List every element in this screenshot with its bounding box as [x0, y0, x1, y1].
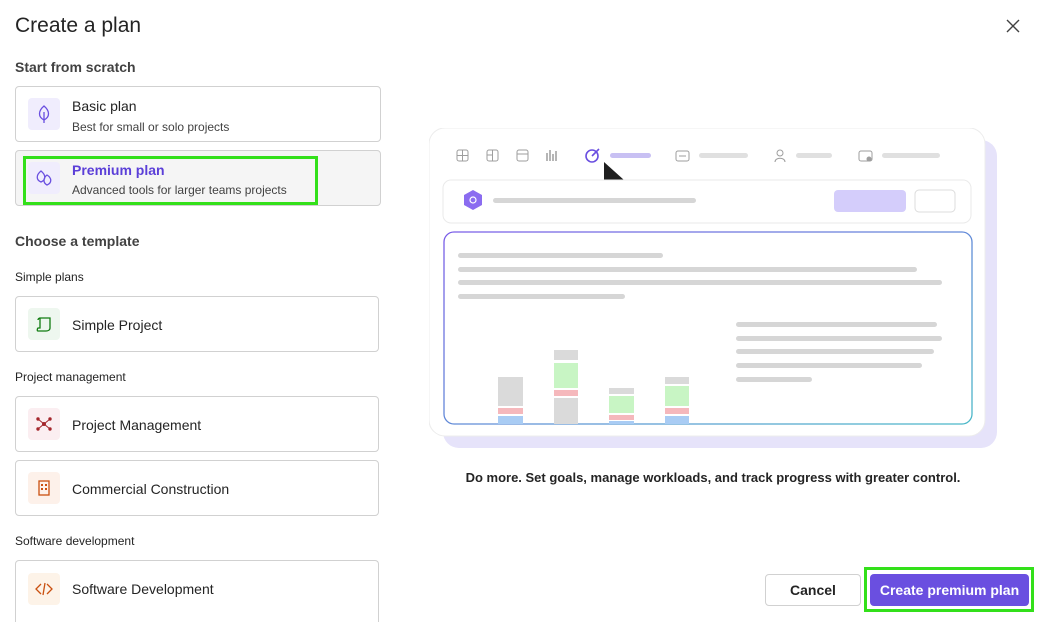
close-icon[interactable] [1003, 16, 1023, 36]
template-software-development[interactable]: Software Development [15, 560, 379, 622]
section-choose-template: Choose a template [15, 233, 140, 249]
section-start-from-scratch: Start from scratch [15, 59, 136, 75]
code-icon [28, 573, 60, 605]
network-icon [28, 408, 60, 440]
premium-plan-name: Premium plan [72, 162, 165, 178]
basic-plan-name: Basic plan [72, 98, 137, 114]
premium-tagline: Do more. Set goals, manage workloads, an… [465, 470, 961, 485]
group-label-software-development: Software development [15, 534, 135, 548]
create-premium-plan-button[interactable]: Create premium plan [870, 574, 1029, 606]
cancel-button[interactable]: Cancel [765, 574, 861, 606]
scroll-icon [28, 308, 60, 340]
basic-plan-desc: Best for small or solo projects [72, 120, 230, 134]
template-commercial-construction[interactable]: Commercial Construction [15, 460, 379, 516]
group-label-project-management: Project management [15, 370, 126, 384]
basic-plan-card[interactable]: Basic plan Best for small or solo projec… [15, 86, 381, 142]
dialog-title: Create a plan [15, 14, 142, 37]
leaves-icon [28, 162, 60, 194]
template-project-management[interactable]: Project Management [15, 396, 379, 452]
template-simple-project[interactable]: Simple Project [15, 296, 379, 352]
premium-plan-card[interactable]: Premium plan Advanced tools for larger t… [15, 150, 381, 206]
template-name: Software Development [72, 581, 214, 597]
template-name: Commercial Construction [72, 481, 230, 497]
premium-preview-illustration [429, 128, 997, 448]
leaf-icon [28, 98, 60, 130]
template-name: Project Management [72, 417, 202, 433]
group-label-simple-plans: Simple plans [15, 270, 84, 284]
building-icon [28, 472, 60, 504]
template-name: Simple Project [72, 317, 163, 333]
premium-plan-desc: Advanced tools for larger teams projects [72, 183, 287, 197]
